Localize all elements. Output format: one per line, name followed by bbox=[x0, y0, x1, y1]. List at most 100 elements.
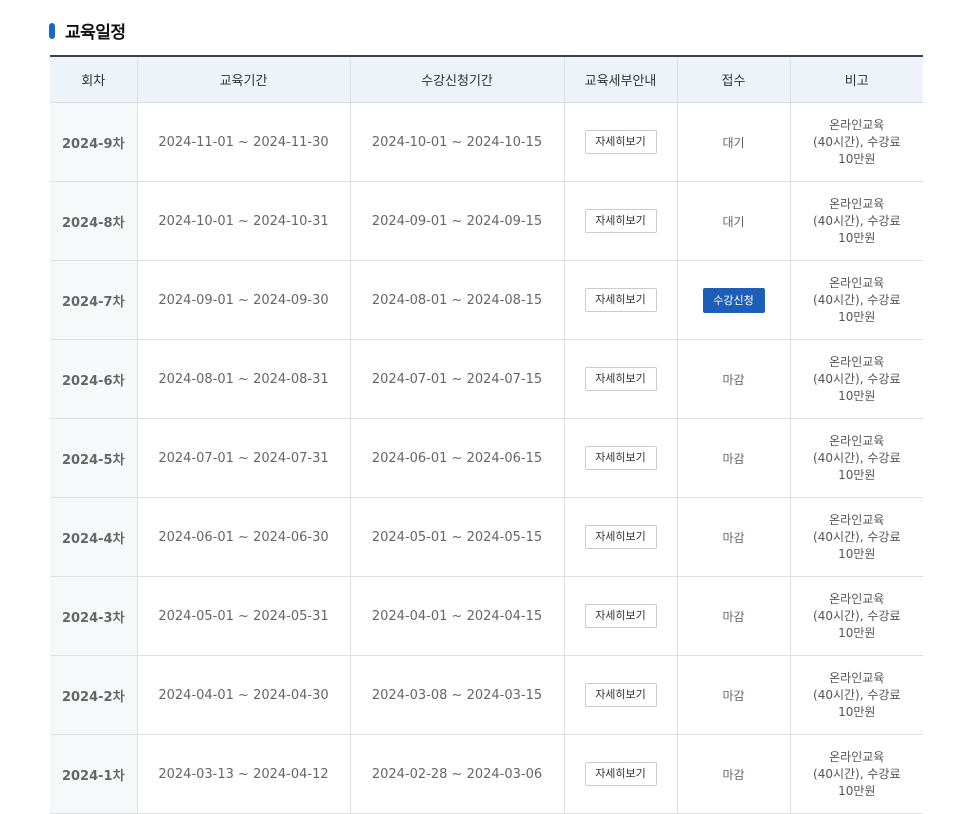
view-details-button[interactable]: 자세히보기 bbox=[584, 762, 657, 786]
note-cell: 온라인교육 (40시간), 수강료 10만원 bbox=[789, 418, 923, 498]
column-header-round: 회차 bbox=[50, 55, 137, 103]
detail-cell: 자세히보기 bbox=[563, 734, 677, 814]
table-row: 2024-3차 2024-05-01 ~ 2024-05-31 2024-04-01… bbox=[50, 576, 923, 656]
edu-period-cell: 2024-10-01 ~ 2024-10-31 bbox=[136, 181, 350, 261]
view-details-button[interactable]: 자세히보기 bbox=[584, 525, 657, 549]
note-text: 온라인교육 (40시간), 수강료 10만원 bbox=[813, 433, 901, 482]
view-details-button[interactable]: 자세히보기 bbox=[584, 604, 657, 628]
view-details-button[interactable]: 자세히보기 bbox=[584, 130, 657, 154]
round-cell: 2024-9차 bbox=[50, 102, 137, 182]
edu-period-cell: 2024-11-01 ~ 2024-11-30 bbox=[136, 102, 350, 182]
apply-period-cell: 2024-03-08 ~ 2024-03-15 bbox=[349, 655, 564, 735]
round-cell: 2024-8차 bbox=[50, 181, 137, 261]
note-cell: 온라인교육 (40시간), 수강료 10만원 bbox=[789, 576, 923, 656]
schedule-table: 회차 교육기간 수강신청기간 교육세부안내 접수 비고 2024-9차 2024-… bbox=[50, 55, 923, 814]
table-row: 2024-9차 2024-11-01 ~ 2024-11-30 2024-10-01… bbox=[50, 102, 923, 182]
note-text: 온라인교육 (40시간), 수강료 10만원 bbox=[813, 275, 901, 324]
status-text: 대기 bbox=[722, 214, 745, 229]
status-cell: 마감 bbox=[676, 576, 790, 656]
status-cell: 수강신청 bbox=[676, 260, 790, 340]
detail-cell: 자세히보기 bbox=[563, 655, 677, 735]
note-cell: 온라인교육 (40시간), 수강료 10만원 bbox=[789, 734, 923, 814]
detail-cell: 자세히보기 bbox=[563, 576, 677, 656]
round-cell: 2024-7차 bbox=[50, 260, 137, 340]
note-text: 온라인교육 (40시간), 수강료 10만원 bbox=[813, 670, 901, 719]
status-text: 대기 bbox=[722, 135, 745, 150]
note-text: 온라인교육 (40시간), 수강료 10만원 bbox=[813, 354, 901, 403]
table-row: 2024-7차 2024-09-01 ~ 2024-09-30 2024-08-01… bbox=[50, 260, 923, 340]
view-details-button[interactable]: 자세히보기 bbox=[584, 446, 657, 470]
note-text: 온라인교육 (40시간), 수강료 10만원 bbox=[813, 196, 901, 245]
status-cell: 마감 bbox=[676, 418, 790, 498]
column-header-edu-period: 교육기간 bbox=[136, 55, 350, 103]
status-cell: 마감 bbox=[676, 497, 790, 577]
page: 교육일정 회차 교육기간 수강신청기간 교육세부안내 접수 비고 2024-9차… bbox=[0, 0, 966, 814]
round-cell: 2024-3차 bbox=[50, 576, 137, 656]
view-details-button[interactable]: 자세히보기 bbox=[584, 288, 657, 312]
apply-period-cell: 2024-06-01 ~ 2024-06-15 bbox=[349, 418, 564, 498]
view-details-button[interactable]: 자세히보기 bbox=[584, 683, 657, 707]
note-cell: 온라인교육 (40시간), 수강료 10만원 bbox=[789, 102, 923, 182]
edu-period-cell: 2024-03-13 ~ 2024-04-12 bbox=[136, 734, 350, 814]
note-cell: 온라인교육 (40시간), 수강료 10만원 bbox=[789, 655, 923, 735]
apply-period-cell: 2024-08-01 ~ 2024-08-15 bbox=[349, 260, 564, 340]
status-text: 마감 bbox=[722, 451, 745, 466]
view-details-button[interactable]: 자세히보기 bbox=[584, 209, 657, 233]
table-row: 2024-4차 2024-06-01 ~ 2024-06-30 2024-05-01… bbox=[50, 497, 923, 577]
edu-period-cell: 2024-06-01 ~ 2024-06-30 bbox=[136, 497, 350, 577]
note-cell: 온라인교육 (40시간), 수강료 10만원 bbox=[789, 260, 923, 340]
status-cell: 마감 bbox=[676, 734, 790, 814]
status-text: 마감 bbox=[722, 609, 745, 624]
edu-period-cell: 2024-08-01 ~ 2024-08-31 bbox=[136, 339, 350, 419]
column-header-status: 접수 bbox=[676, 55, 790, 103]
apply-period-cell: 2024-07-01 ~ 2024-07-15 bbox=[349, 339, 564, 419]
apply-button[interactable]: 수강신청 bbox=[702, 287, 765, 313]
edu-period-cell: 2024-04-01 ~ 2024-04-30 bbox=[136, 655, 350, 735]
status-text: 마감 bbox=[722, 372, 745, 387]
apply-period-cell: 2024-05-01 ~ 2024-05-15 bbox=[349, 497, 564, 577]
note-text: 온라인교육 (40시간), 수강료 10만원 bbox=[813, 749, 901, 798]
apply-period-cell: 2024-10-01 ~ 2024-10-15 bbox=[349, 102, 564, 182]
table-row: 2024-1차 2024-03-13 ~ 2024-04-12 2024-02-28… bbox=[50, 734, 923, 814]
status-cell: 대기 bbox=[676, 102, 790, 182]
round-cell: 2024-6차 bbox=[50, 339, 137, 419]
note-cell: 온라인교육 (40시간), 수강료 10만원 bbox=[789, 339, 923, 419]
apply-period-cell: 2024-09-01 ~ 2024-09-15 bbox=[349, 181, 564, 261]
detail-cell: 자세히보기 bbox=[563, 181, 677, 261]
edu-period-cell: 2024-05-01 ~ 2024-05-31 bbox=[136, 576, 350, 656]
status-text: 마감 bbox=[722, 688, 745, 703]
round-cell: 2024-5차 bbox=[50, 418, 137, 498]
detail-cell: 자세히보기 bbox=[563, 339, 677, 419]
table-header-row: 회차 교육기간 수강신청기간 교육세부안내 접수 비고 bbox=[50, 55, 923, 103]
section-heading: 교육일정 bbox=[49, 18, 126, 43]
column-header-apply-period: 수강신청기간 bbox=[349, 55, 564, 103]
status-cell: 대기 bbox=[676, 181, 790, 261]
round-cell: 2024-1차 bbox=[50, 734, 137, 814]
table-row: 2024-8차 2024-10-01 ~ 2024-10-31 2024-09-01… bbox=[50, 181, 923, 261]
detail-cell: 자세히보기 bbox=[563, 102, 677, 182]
status-text: 마감 bbox=[722, 530, 745, 545]
note-cell: 온라인교육 (40시간), 수강료 10만원 bbox=[789, 497, 923, 577]
detail-cell: 자세히보기 bbox=[563, 497, 677, 577]
edu-period-cell: 2024-09-01 ~ 2024-09-30 bbox=[136, 260, 350, 340]
round-cell: 2024-4차 bbox=[50, 497, 137, 577]
table-row: 2024-2차 2024-04-01 ~ 2024-04-30 2024-03-08… bbox=[50, 655, 923, 735]
status-text: 마감 bbox=[722, 767, 745, 782]
apply-period-cell: 2024-02-28 ~ 2024-03-06 bbox=[349, 734, 564, 814]
note-cell: 온라인교육 (40시간), 수강료 10만원 bbox=[789, 181, 923, 261]
round-cell: 2024-2차 bbox=[50, 655, 137, 735]
detail-cell: 자세히보기 bbox=[563, 418, 677, 498]
status-cell: 마감 bbox=[676, 339, 790, 419]
table-row: 2024-6차 2024-08-01 ~ 2024-08-31 2024-07-01… bbox=[50, 339, 923, 419]
note-text: 온라인교육 (40시간), 수강료 10만원 bbox=[813, 512, 901, 561]
column-header-note: 비고 bbox=[789, 55, 923, 103]
title-bullet-icon bbox=[49, 22, 55, 39]
column-header-detail: 교육세부안내 bbox=[563, 55, 677, 103]
view-details-button[interactable]: 자세히보기 bbox=[584, 367, 657, 391]
detail-cell: 자세히보기 bbox=[563, 260, 677, 340]
note-text: 온라인교육 (40시간), 수강료 10만원 bbox=[813, 591, 901, 640]
note-text: 온라인교육 (40시간), 수강료 10만원 bbox=[813, 117, 901, 166]
table-row: 2024-5차 2024-07-01 ~ 2024-07-31 2024-06-01… bbox=[50, 418, 923, 498]
edu-period-cell: 2024-07-01 ~ 2024-07-31 bbox=[136, 418, 350, 498]
section-title: 교육일정 bbox=[65, 23, 126, 43]
